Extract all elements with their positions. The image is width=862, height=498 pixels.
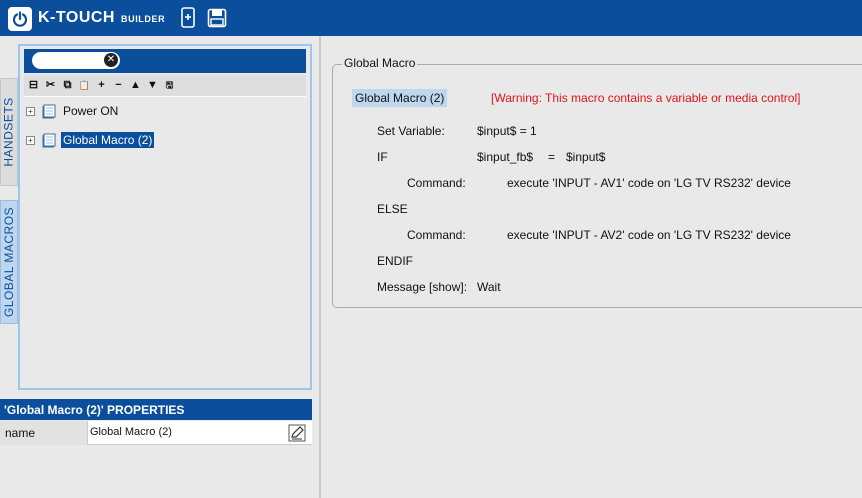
macro-tree-panel: ✕ ⊟ ✂ ⧉ 📋 + − ▲ ▼ 🖫 + Power ON + Global … — [18, 44, 312, 390]
move-down-icon[interactable]: ▼ — [146, 79, 159, 92]
if-right-operand: $input$ — [566, 150, 606, 164]
tab-global-macros-label: GLOBAL MACROS — [2, 206, 16, 318]
save-button[interactable] — [206, 7, 228, 29]
expand-icon[interactable]: + — [26, 135, 35, 145]
tree-item-label: Power ON — [63, 104, 119, 118]
power-logo-icon — [8, 7, 32, 31]
save-icon — [207, 8, 227, 28]
macro-title[interactable]: Global Macro (2) — [352, 89, 448, 107]
copy-icon[interactable]: ⧉ — [61, 79, 74, 92]
tree-item-power-on[interactable]: + Power ON — [26, 100, 120, 122]
properties-header: 'Global Macro (2)' PROPERTIES — [0, 399, 312, 420]
if-label: IF — [377, 150, 388, 164]
set-variable-label: Set Variable: — [377, 124, 445, 138]
if-left-operand: $input_fb$ — [477, 150, 534, 164]
endif-label: ENDIF — [377, 254, 413, 268]
add-device-icon — [181, 7, 195, 28]
cut-icon[interactable]: ✂ — [44, 79, 57, 92]
command-2-value: execute 'INPUT - AV2' code on 'LG TV RS2… — [507, 228, 791, 242]
brand-subtitle: BUILDER — [121, 14, 166, 24]
save-tree-icon[interactable]: 🖫 — [163, 79, 176, 92]
expand-icon[interactable]: + — [26, 106, 35, 116]
remove-icon[interactable]: − — [112, 79, 125, 92]
command-1-value: execute 'INPUT - AV1' code on 'LG TV RS2… — [507, 176, 791, 190]
panel-divider[interactable] — [319, 36, 321, 498]
tab-handsets[interactable]: HANDSETS — [0, 78, 18, 186]
add-device-button[interactable] — [178, 7, 200, 29]
paste-icon[interactable]: 📋 — [78, 79, 91, 92]
set-variable-value: $input$ = 1 — [477, 124, 537, 138]
edit-icon[interactable] — [288, 424, 306, 442]
message-label: Message [show]: — [377, 280, 468, 294]
command-2-label: Command: — [407, 228, 466, 242]
top-bar: K-TOUCH BUILDER — [0, 0, 862, 36]
tree-item-global-macro-2[interactable]: + Global Macro (2) — [26, 129, 155, 151]
clear-search-icon[interactable]: ✕ — [104, 53, 118, 67]
tree-toolbar: ⊟ ✂ ⧉ 📋 + − ▲ ▼ 🖫 — [24, 75, 306, 97]
macro-document-icon — [42, 104, 56, 119]
tab-handsets-label: HANDSETS — [2, 97, 16, 167]
else-label: ELSE — [377, 202, 408, 216]
property-name: name — [0, 421, 88, 445]
macro-legend: Global Macro — [342, 56, 418, 70]
message-value: Wait — [477, 280, 501, 294]
add-icon[interactable]: + — [95, 79, 108, 92]
macro-document-icon — [42, 133, 56, 148]
tab-global-macros[interactable]: GLOBAL MACROS — [0, 200, 18, 324]
search-bar: ✕ — [24, 49, 306, 73]
collapse-icon[interactable]: ⊟ — [27, 79, 40, 92]
property-value[interactable]: Global Macro (2) — [90, 426, 172, 438]
brand-name: K-TOUCH — [38, 9, 115, 26]
macro-warning: [Warning: This macro contains a variable… — [491, 91, 801, 105]
move-up-icon[interactable]: ▲ — [129, 79, 142, 92]
command-1-label: Command: — [407, 176, 466, 190]
tree-item-label: Global Macro (2) — [61, 132, 155, 148]
property-row-name: name Global Macro (2) — [0, 421, 312, 445]
if-operator: = — [548, 150, 556, 164]
